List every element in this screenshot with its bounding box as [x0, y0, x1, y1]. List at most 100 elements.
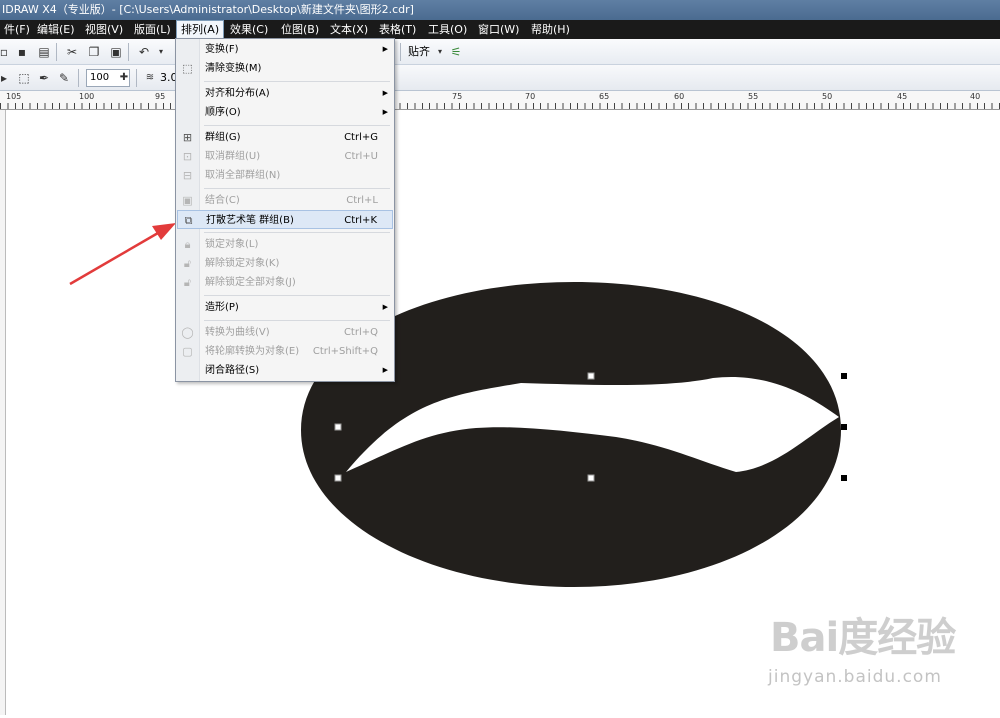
- menu-item-label: 解除锁定对象(K): [205, 258, 280, 269]
- lock-icon: 🔒︎: [184, 238, 191, 251]
- menu-separator: [204, 295, 390, 296]
- ruler-ticks: [0, 103, 1000, 109]
- snap-dropdown-arrow-icon[interactable]: ▾: [432, 44, 448, 60]
- selection-handle[interactable]: [841, 373, 847, 379]
- ruler-label: 65: [599, 92, 610, 101]
- toolbar-divider: [56, 43, 57, 61]
- pick-tool-icon[interactable]: ▸: [0, 70, 12, 86]
- ruler-label: 40: [970, 92, 981, 101]
- menu-item-unlock[interactable]: 🔓︎ 解除锁定对象(K): [176, 254, 394, 273]
- menu-view[interactable]: 视图(V): [81, 20, 127, 39]
- menu-item-lock[interactable]: 🔒︎ 锁定对象(L): [176, 235, 394, 254]
- paste-icon[interactable]: ▣: [108, 44, 124, 60]
- menu-item-label: 闭合路径(S): [205, 365, 260, 376]
- menu-separator: [204, 320, 390, 321]
- menu-item-align-distribute[interactable]: 对齐和分布(A) ▶: [176, 84, 394, 103]
- combine-icon: ▣: [182, 194, 193, 207]
- menu-layout[interactable]: 版面(L): [130, 20, 175, 39]
- selection-handle[interactable]: [841, 475, 847, 481]
- menu-item-shortcut: Ctrl+Shift+Q: [312, 346, 378, 357]
- ruler-label: 60: [674, 92, 685, 101]
- menu-separator: [204, 188, 390, 189]
- menu-window[interactable]: 窗口(W): [474, 20, 523, 39]
- menu-item-shaping[interactable]: 造形(P) ▶: [176, 298, 394, 317]
- pen-tool-icon[interactable]: ✒: [36, 70, 52, 86]
- menu-item-ungroup[interactable]: ⊡ 取消群组(U) Ctrl+U: [176, 147, 394, 166]
- annotation-arrow: [69, 231, 159, 286]
- menu-bitmaps[interactable]: 位图(B): [277, 20, 323, 39]
- ungroup-icon: ⊡: [182, 150, 193, 163]
- menu-item-unlock-all[interactable]: 🔓︎ 解除锁定全部对象(J): [176, 273, 394, 292]
- property-bar: ▸ ⬚ ✒ ✎ 100 ✚ ≋ 3.0: [0, 65, 1000, 91]
- menu-separator: [204, 81, 390, 82]
- menu-item-shortcut: Ctrl+L: [346, 195, 378, 206]
- ruler-label: 70: [525, 92, 536, 101]
- selection-handle[interactable]: [587, 474, 595, 482]
- unlock-all-icon: 🔓︎: [183, 276, 192, 289]
- menu-item-order[interactable]: 顺序(O) ▶: [176, 103, 394, 122]
- menu-text[interactable]: 文本(X): [326, 20, 372, 39]
- menu-item-outline-to-object[interactable]: ▢ 将轮廓转换为对象(E) Ctrl+Shift+Q: [176, 342, 394, 361]
- menu-item-label: 取消全部群组(N): [205, 170, 281, 181]
- horizontal-ruler[interactable]: 105 100 95 75 70 65 60 55 50 45 40: [0, 91, 1000, 110]
- menu-help[interactable]: 帮助(H): [527, 20, 574, 39]
- cut-icon[interactable]: ✂: [64, 44, 80, 60]
- menu-item-clear-transform[interactable]: ⬚ 清除变换(M): [176, 59, 394, 78]
- toolbar-divider: [136, 69, 137, 87]
- snap-dropdown[interactable]: 贴齐: [408, 44, 430, 60]
- new-document-icon[interactable]: ▫: [0, 44, 12, 60]
- ruler-label: 75: [452, 92, 463, 101]
- options-icon[interactable]: ⚟: [448, 44, 464, 60]
- selection-handle[interactable]: [334, 423, 342, 431]
- copy-icon[interactable]: ❐: [86, 44, 102, 60]
- zoom-spinner-icon[interactable]: ✚: [116, 70, 132, 86]
- menu-item-transform[interactable]: 变换(F) ▶: [176, 40, 394, 59]
- ruler-label: 105: [6, 92, 22, 101]
- undo-icon[interactable]: ↶: [136, 44, 152, 60]
- watermark-logo: Bai度经验: [770, 615, 956, 661]
- annotation-arrow-head: [152, 223, 176, 240]
- menu-table[interactable]: 表格(T): [375, 20, 420, 39]
- selection-handle[interactable]: [587, 372, 595, 380]
- menu-arrange[interactable]: 排列(A): [176, 20, 225, 39]
- menu-item-combine[interactable]: ▣ 结合(C) Ctrl+L: [176, 191, 394, 210]
- toolbar-divider: [78, 69, 79, 87]
- submenu-arrow-icon: ▶: [382, 89, 388, 97]
- outline-width-icon[interactable]: ≋: [142, 70, 158, 86]
- menu-item-label: 转换为曲线(V): [205, 327, 270, 338]
- menu-separator: [204, 232, 390, 233]
- menu-item-label: 打散艺术笔 群组(B): [206, 215, 294, 226]
- menu-item-close-path[interactable]: 闭合路径(S) ▶: [176, 361, 394, 380]
- menu-file[interactable]: 件(F): [0, 20, 34, 39]
- submenu-arrow-icon: ▶: [382, 366, 388, 374]
- center-mark-icon: ×: [586, 420, 596, 434]
- ruler-label: 45: [897, 92, 908, 101]
- menu-item-break-apart[interactable]: ⧉ 打散艺术笔 群组(B) Ctrl+K: [177, 210, 393, 229]
- brush-tool-icon[interactable]: ✎: [56, 70, 72, 86]
- menu-item-label: 造形(P): [205, 302, 239, 313]
- menu-tools[interactable]: 工具(O): [424, 20, 471, 39]
- shape-tool-icon[interactable]: ⬚: [16, 70, 32, 86]
- menu-item-group[interactable]: ⊞ 群组(G) Ctrl+G: [176, 128, 394, 147]
- save-icon[interactable]: ▪: [14, 44, 30, 60]
- group-icon: ⊞: [182, 131, 193, 144]
- menu-item-convert-to-curves[interactable]: ◯ 转换为曲线(V) Ctrl+Q: [176, 323, 394, 342]
- selection-handle[interactable]: [841, 424, 847, 430]
- menu-item-shortcut: Ctrl+G: [344, 132, 378, 143]
- menu-item-shortcut: Ctrl+U: [344, 151, 379, 162]
- standard-toolbar: ▫ ▪ ▤ ✂ ❐ ▣ ↶ ▾ 贴齐 ▾ ⚟: [0, 39, 1000, 65]
- undo-dropdown-icon[interactable]: ▾: [153, 44, 169, 60]
- ruler-label: 100: [79, 92, 95, 101]
- menu-item-label: 对齐和分布(A): [205, 88, 270, 99]
- menu-item-label: 将轮廓转换为对象(E): [205, 346, 300, 357]
- menu-edit[interactable]: 编辑(E): [33, 20, 79, 39]
- baidu-watermark: Bai度经验 jingyan.baidu.com: [762, 605, 992, 695]
- selection-handle[interactable]: [334, 474, 342, 482]
- menu-effects[interactable]: 效果(C): [226, 20, 272, 39]
- menu-item-shortcut: Ctrl+K: [344, 215, 377, 226]
- submenu-arrow-icon: ▶: [382, 303, 388, 311]
- menu-item-ungroup-all[interactable]: ⊟ 取消全部群组(N): [176, 166, 394, 185]
- outline-to-object-icon: ▢: [182, 345, 193, 358]
- print-icon[interactable]: ▤: [36, 44, 52, 60]
- ungroup-all-icon: ⊟: [182, 169, 193, 182]
